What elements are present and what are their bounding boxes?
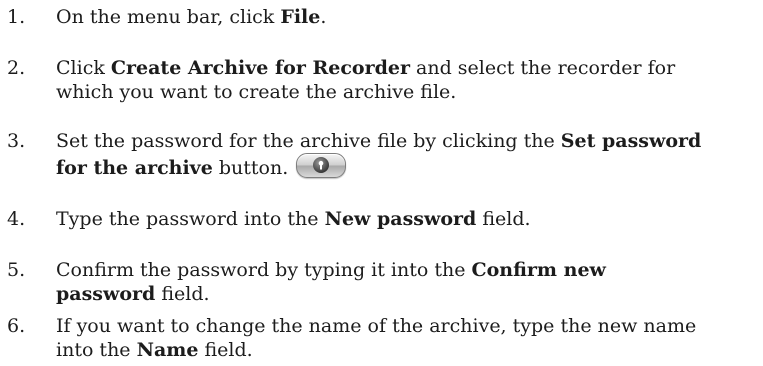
step-text: Set the password for the archive file by… — [56, 129, 756, 183]
text-segment: and select the recorder for — [409, 57, 676, 79]
text-segment: On the menu bar, click — [56, 6, 281, 28]
ui-term-set-password: Set password — [560, 130, 702, 152]
text-segment: Type the password into the — [56, 208, 325, 230]
step-text: Confirm the password by typing it into t… — [56, 258, 756, 306]
instruction-steps: 1. On the menu bar, click File. 2. Click… — [0, 0, 763, 366]
step-number: 4. — [7, 208, 26, 230]
ui-term-confirm-new: Confirm new — [471, 259, 606, 281]
step-text: Click Create Archive for Recorder and se… — [56, 56, 756, 104]
step-number: 5. — [7, 259, 26, 281]
text-segment: Set the password for the archive file by… — [56, 130, 561, 152]
step-number: 2. — [7, 57, 26, 79]
step-number: 3. — [7, 130, 26, 152]
text-segment: Click — [56, 57, 111, 79]
ui-term-password: password — [56, 283, 156, 305]
ui-term-for-archive: for the archive — [56, 157, 213, 179]
text-segment: field. — [198, 339, 253, 361]
text-segment: button. — [212, 157, 289, 179]
text-segment: field. — [476, 208, 531, 230]
ui-term-new-password: New password — [324, 208, 477, 230]
step-text: If you want to change the name of the ar… — [56, 314, 756, 362]
step-text: Type the password into the New password … — [56, 207, 756, 231]
step-number: 1. — [7, 6, 26, 28]
step-text: On the menu bar, click File. — [56, 5, 756, 29]
text-segment: Confirm the password by typing it into t… — [56, 259, 472, 281]
text-segment: into the — [56, 339, 137, 361]
text-segment: If you want to change the name of the ar… — [56, 315, 697, 337]
ui-term-file: File — [280, 6, 321, 28]
text-segment: which you want to create the archive fil… — [56, 81, 457, 103]
text-segment: field. — [155, 283, 210, 305]
ui-term-name: Name — [136, 339, 199, 361]
ui-term-create-archive: Create Archive for Recorder — [110, 57, 410, 79]
step-number: 6. — [7, 315, 26, 337]
set-password-button-icon — [296, 153, 347, 178]
text-segment: . — [320, 6, 327, 28]
